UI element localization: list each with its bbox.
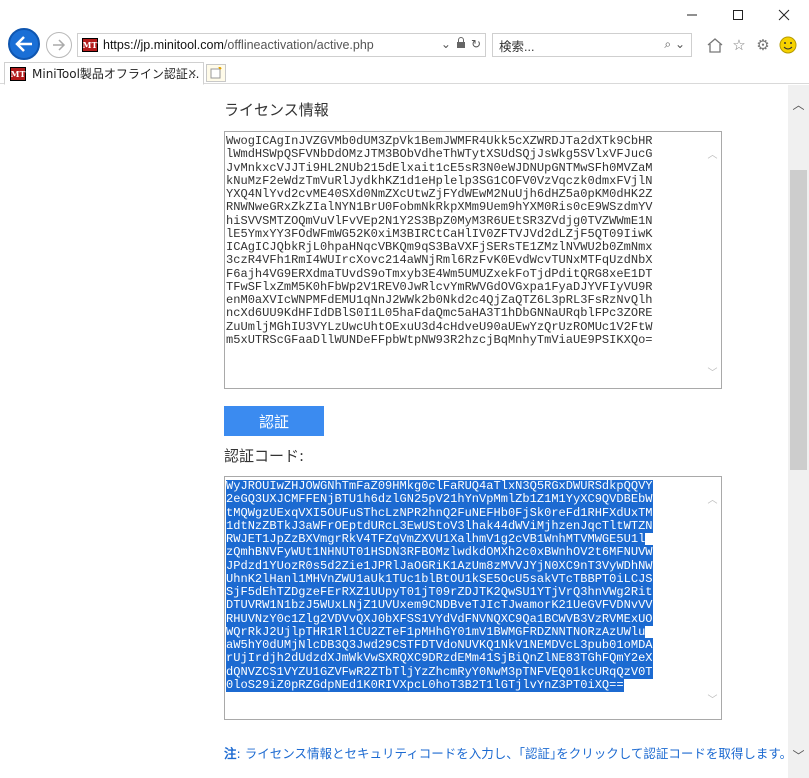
auth-code-line: WQrRkJ2UjlpTHR1Rl1CU2ZTeF1pMHhGY01mV1BWM… — [226, 624, 646, 639]
license-line: TFwSFlxZmM5K0hFbWp2V1REV0JwRlcvYmRWVGdOV… — [226, 279, 653, 294]
address-bar[interactable]: MT https://jp.minitool.com/offlineactiva… — [77, 33, 486, 57]
smiley-feedback-icon[interactable] — [778, 35, 798, 55]
scroll-down-icon[interactable]: ﹀ — [704, 691, 721, 706]
auth-code-line: zQmhBNVFyWUt1NHNUT01HSDN3RFBOMzlwdkdOMXh… — [226, 545, 653, 560]
auth-code-line: DTUVRW1N1bzJ5WUxLNjZ1UVUxem9CNDBveTJIcTJ… — [226, 598, 653, 613]
auth-code-line: 2eGQ3UXJCMFFENjBTU1h6dzlGN25pV21hYnVpMml… — [226, 492, 653, 507]
back-button[interactable] — [8, 28, 40, 60]
auth-code-text: WyJROUIwZHJOWGNhTmFaZ09HMkg0clFaRUQ4aTlx… — [226, 480, 703, 692]
license-textarea[interactable]: WwogICAgInJVZGVMb0dUM3ZpVk1BemJWMFR4Ukk5… — [224, 131, 722, 389]
auth-code-line: WyJROUIwZHJOWGNhTmFaZ09HMkg0clFaRUQ4aTlx… — [226, 480, 653, 493]
note-text: : ライセンス情報とセキュリティコードを入力し、｢認証｣をクリックして認証コード… — [236, 746, 788, 761]
page-scroll-thumb[interactable] — [790, 170, 807, 470]
tab-bar: MT MiniTool製品オフライン認証... ✕ — [0, 62, 809, 85]
license-line: enM0aXVIcWNPMFdEMU1qNnJ2WWk2b0Nkd2c4QjZa… — [226, 293, 653, 307]
forward-button[interactable] — [46, 32, 72, 58]
auth-code-line: UhnK2lHanl1MHVnZWU1aUk1TUc1blBtOU1kSE5Oc… — [226, 571, 653, 586]
auth-code-line: RHUVNzY0c1Zlg2VDVvQXJ0bXFSS1VYdVdFNVNQXC… — [226, 611, 653, 626]
arrow-right-icon — [53, 39, 66, 51]
license-line: 3czR4VFh1RmI4WUIrcXovc214aWNjRml6RzFvK0E… — [226, 253, 653, 268]
auth-code-line: dQNVZCS1VYZU1GZVFwR2ZTbTljYzZhcmRyY0NwM3… — [226, 664, 653, 679]
license-scrollbar[interactable]: ︿ ﹀ — [704, 132, 721, 388]
search-dropdown-icon[interactable]: ⌄ — [441, 37, 451, 51]
page-scrollbar[interactable]: ︿ ﹀ — [788, 85, 809, 778]
license-line: ncXd6UU9KdHFIdDBlS0I1L05haFdaQmc5aHA3T1h… — [226, 306, 653, 321]
license-line: m5xUTRScGFaaDllWUNDeFFpbWtpNW93R2hzcjBqM… — [226, 332, 653, 347]
instruction-note: 注: ライセンス情報とセキュリティコードを入力し、｢認証｣をクリックして認証コー… — [224, 743, 788, 762]
auth-code-textarea[interactable]: WyJROUIwZHJOWGNhTmFaZ09HMkg0clFaRUQ4aTlx… — [224, 476, 722, 720]
page-content: ライセンス情報 WwogICAgInJVZGVMb0dUM3ZpVk1BemJW… — [0, 85, 788, 778]
auth-code-line: 0loS29iZ0pRZGdpNEd1K0RIVXpcL0hoT3B2T1lGT… — [226, 677, 624, 692]
new-tab-button[interactable] — [206, 64, 226, 82]
license-heading: ライセンス情報 — [224, 101, 329, 119]
license-text: WwogICAgInJVZGVMb0dUM3ZpVk1BemJWMFR4Ukk5… — [226, 135, 703, 347]
search-icon[interactable]: ⌕ ⌄ — [664, 37, 685, 52]
auth-code-heading: 認証コード: — [224, 447, 305, 465]
license-line: lE5YmxYY3FOdWFmWG52K0xiM3BIRCtCaHlIV0ZFT… — [226, 226, 653, 241]
site-favicon: MT — [82, 38, 98, 52]
auth-code-line: rUjIrdjh2dUdzdXJmWkVwSXRQXC9DRzdEMm41SjB… — [226, 651, 653, 666]
note-label: 注 — [224, 746, 237, 761]
search-input[interactable]: 検索... — [499, 36, 534, 55]
license-line: RNWNweGRxZkZIalNYN1BrU0FobmNkRkpXMm9Uem9… — [226, 200, 653, 215]
lock-icon[interactable] — [456, 37, 466, 51]
gear-icon[interactable]: ⚙ — [753, 35, 773, 55]
auth-code-line: tMQWgzUExqVXI5OUFuSThcLzNPR2hnQ2FuNEFHb0… — [226, 505, 653, 520]
auth-code-line: RWJET1JpZzBXVmgrRkV4TFZqVmZXVU1XalhmV1g2… — [226, 532, 646, 546]
license-line: ZuUmljMGhIU3VYLzUwcUhtOExuU3d4cHdveU90aU… — [226, 319, 653, 334]
page-scroll-down-icon[interactable]: ﹀ — [788, 746, 809, 764]
auth-code-line: JPdzd1YUozR0s5d2Zie1JPRlJaOGRiK1AzUm8zMV… — [226, 558, 653, 573]
tab-minitool-activation[interactable]: MT MiniTool製品オフライン認証... ✕ — [4, 62, 204, 85]
scroll-up-icon[interactable]: ︿ — [704, 146, 721, 161]
license-line: YXQ4NlYvd2cvME40SXd0NmZXcUtwZjFYdWEwM2Nu… — [226, 187, 653, 201]
license-line: JvMnkxcVJJTi9HL2NUb215dElxait1cE5sR3N0eW… — [226, 160, 653, 175]
tab-close-icon[interactable]: ✕ — [188, 67, 197, 80]
tab-title: MiniTool製品オフライン認証... — [32, 67, 200, 81]
scroll-down-icon[interactable]: ﹀ — [704, 364, 721, 379]
auth-code-line: aW5hY0dUMjNlcDB3Q3Jwd29CSTFDTVdoNUVKQ1Nk… — [226, 638, 653, 652]
arrow-left-icon — [15, 36, 32, 52]
auth-scrollbar[interactable]: ︿ ﹀ — [704, 477, 721, 719]
navigation-bar: MT https://jp.minitool.com/offlineactiva… — [0, 26, 809, 62]
license-line: lWmdHSWpQSFVNbDdOMzJTM3BObVdheThWTytXSUd… — [226, 147, 653, 162]
scroll-up-icon[interactable]: ︿ — [704, 491, 721, 506]
license-line: ICAgICJQbkRjL0hpaHNqcVBKQm9qS3BaVXFjSERs… — [226, 240, 653, 254]
auth-code-line: 1dtNzZBTkJ3aWFrOEptdURcL3EwUStoV3lhak44d… — [226, 518, 653, 533]
license-line: hiSVVSMTZOQmVuVlFvVEp2N1Y2S3BpZ0MyM3R6UE… — [226, 213, 653, 228]
tab-favicon: MT — [10, 66, 26, 81]
favorites-star-icon[interactable]: ☆ — [729, 35, 749, 55]
license-line: kNuMzF2eWdzTmVuRlJydkhKZ1d1eHplelp3SG1CO… — [226, 173, 653, 188]
search-box[interactable]: 検索... ⌕ ⌄ — [492, 33, 692, 57]
url-text: https://jp.minitool.com/offlineactivatio… — [103, 38, 374, 52]
activate-button[interactable]: 認証 — [224, 406, 324, 436]
license-line: F6ajh4VG9ERXdmaTUvdS9oTmxyb3E4Wm5UMUZxek… — [226, 266, 653, 281]
auth-code-line: SjF5dEhTZDgzeFErRXZ1UUpyT01jT09rZDJTK2Qw… — [226, 585, 653, 599]
license-line: WwogICAgInJVZGVMb0dUM3ZpVk1BemJWMFR4Ukk5… — [226, 135, 653, 148]
new-tab-icon — [210, 67, 222, 79]
home-icon[interactable] — [705, 35, 725, 55]
page-scroll-up-icon[interactable]: ︿ — [788, 95, 809, 113]
refresh-icon[interactable]: ↻ — [471, 37, 481, 51]
